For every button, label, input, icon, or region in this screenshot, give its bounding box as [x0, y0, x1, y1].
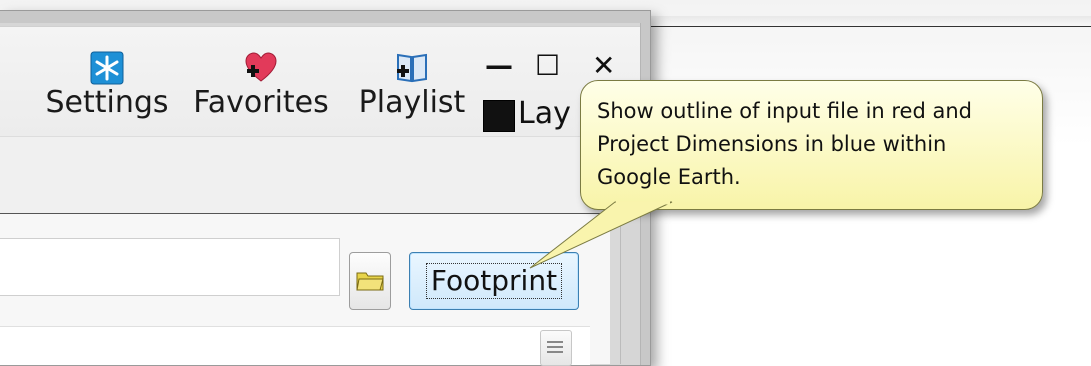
tooltip-pointer	[529, 201, 673, 269]
close-icon: ✕	[592, 49, 616, 82]
settings-button[interactable]: Settings	[44, 51, 170, 127]
layers-label: Lay	[518, 96, 571, 131]
maximize-button[interactable]: ☐	[535, 52, 560, 80]
list-options-button[interactable]	[540, 330, 572, 366]
maximize-icon: ☐	[535, 49, 561, 82]
tooltip-line-1: Show outline of input file in red and	[597, 99, 972, 123]
minimize-icon: —	[485, 49, 513, 82]
book-plus-icon	[356, 51, 468, 85]
layers-icon	[483, 100, 515, 132]
browse-button[interactable]	[349, 252, 391, 310]
input-file-field[interactable]	[0, 238, 340, 296]
list-icon	[547, 341, 563, 355]
heart-plus-icon	[190, 51, 332, 85]
favorites-button[interactable]: Favorites	[190, 51, 332, 127]
footprint-tooltip: Show outline of input file in red and Pr…	[580, 80, 1043, 210]
tooltip-line-3: Google Earth.	[597, 165, 741, 189]
close-button[interactable]: ✕	[592, 52, 615, 80]
playlist-label: Playlist	[358, 85, 466, 120]
background-window-edge	[640, 16, 1091, 27]
folder-icon	[356, 269, 384, 295]
settings-icon	[44, 51, 170, 85]
tooltip-line-2: Project Dimensions in blue within	[597, 132, 947, 156]
favorites-label: Favorites	[193, 85, 329, 120]
playlist-button[interactable]: Playlist	[356, 51, 468, 127]
settings-label: Settings	[45, 85, 169, 120]
list-area	[0, 326, 590, 365]
minimize-button[interactable]: —	[485, 52, 513, 80]
